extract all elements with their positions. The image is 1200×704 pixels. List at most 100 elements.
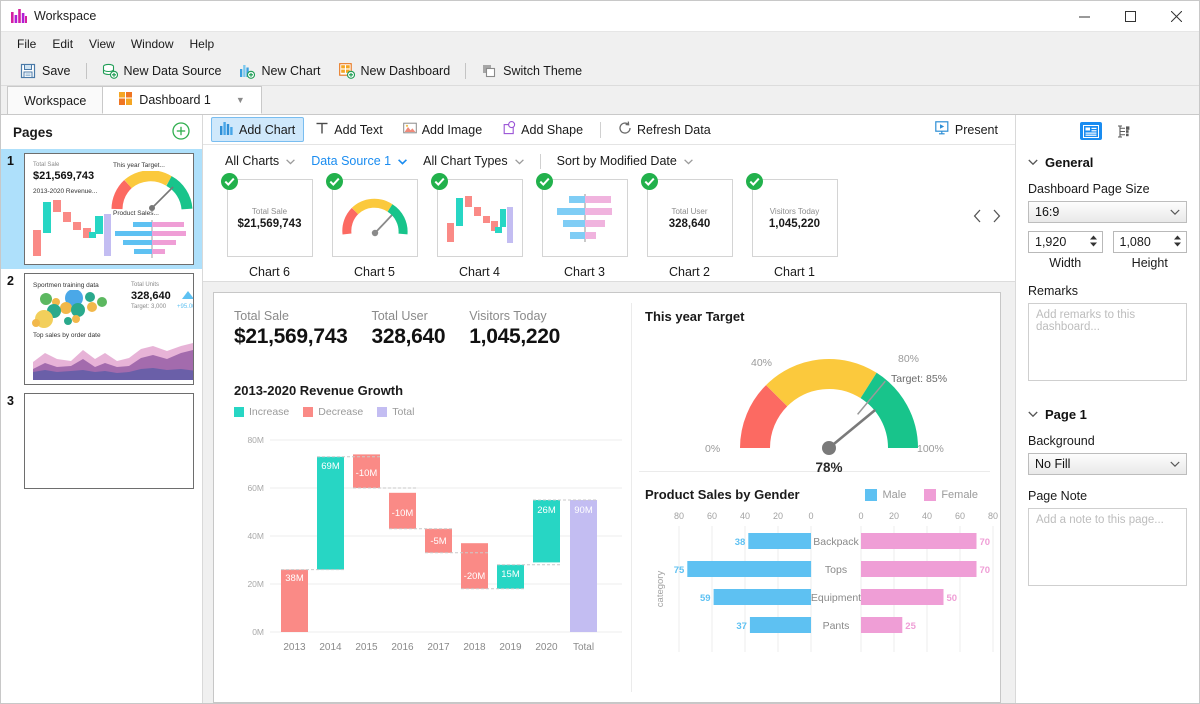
save-button[interactable]: Save — [11, 59, 80, 83]
properties-panel: General Dashboard Page Size 16:9 1,920 — [1015, 115, 1199, 703]
page-note-input[interactable]: Add a note to this page... — [1028, 508, 1187, 586]
add-text-button[interactable]: Add Text — [306, 117, 391, 142]
add-page-icon[interactable] — [172, 122, 190, 143]
dashboard-canvas-area[interactable]: Total Sale $21,569,743 Total User 328,64… — [203, 282, 1015, 703]
gallery-card-chart-5[interactable]: Chart 5 — [322, 179, 427, 279]
page-section-header[interactable]: Page 1 — [1028, 399, 1187, 428]
gallery-card-body[interactable]: Total User 328,640 — [647, 179, 733, 257]
filter-all-charts[interactable]: All Charts — [217, 151, 303, 171]
remarks-label: Remarks — [1028, 284, 1187, 298]
add-chart-button[interactable]: Add Chart — [211, 117, 304, 142]
tab-dashboard-1[interactable]: Dashboard 1 ▼ — [102, 86, 262, 114]
add-image-button[interactable]: Add Image — [394, 117, 491, 142]
add-shape-button[interactable]: Add Shape — [493, 117, 592, 142]
background-select[interactable]: No Fill — [1028, 453, 1187, 475]
svg-text:2017: 2017 — [427, 642, 450, 653]
page-thumbnail-3[interactable]: 3 — [1, 389, 202, 493]
card-title: Chart 3 — [564, 265, 605, 279]
tornado-cat-tops: Tops — [825, 564, 847, 576]
gallery-card-body[interactable]: Visitors Today 1,045,220 — [752, 179, 838, 257]
page-size-select[interactable]: 16:9 — [1028, 201, 1187, 223]
stepper-arrows-icon[interactable] — [1173, 234, 1182, 251]
page-thumbnail-2[interactable]: 2 Sportmen training data Total Units 328… — [1, 269, 202, 389]
properties-tabs — [1016, 115, 1199, 143]
gallery-card-body[interactable] — [437, 179, 523, 257]
gallery-card-chart-3[interactable]: Chart 3 — [532, 179, 637, 279]
stepper-arrows-icon[interactable] — [1089, 234, 1098, 251]
chevron-down-icon[interactable]: ▼ — [236, 95, 245, 105]
gauge-chart[interactable]: This year Target 0% — [639, 303, 994, 479]
width-stepper[interactable]: 1,920 — [1028, 231, 1103, 253]
new-dashboard-button[interactable]: New Dashboard — [330, 59, 460, 83]
thumb1-chart-title: 2013-2020 Revenue... — [33, 188, 97, 195]
tab-workspace-label: Workspace — [24, 94, 86, 108]
page-thumbnail-1[interactable]: 1 Total Sale $21,569,743 2013-2020 Reven… — [1, 149, 202, 269]
height-value: 1,080 — [1120, 235, 1151, 249]
gallery-card-chart-4[interactable]: Chart 4 — [427, 179, 532, 279]
new-data-source-label: New Data Source — [124, 64, 222, 78]
maximize-icon[interactable] — [1107, 1, 1153, 32]
tab-workspace[interactable]: Workspace — [7, 86, 103, 114]
thumb2-area-mini — [33, 342, 194, 380]
svg-text:15M: 15M — [501, 569, 520, 580]
main-toolbar: Save New Data Source — [1, 56, 1199, 86]
gallery-card-body[interactable] — [542, 179, 628, 257]
kpi-visitors-today[interactable]: Visitors Today 1,045,220 — [469, 309, 560, 349]
filter-data-source[interactable]: Data Source 1 — [303, 151, 415, 171]
tab-dashboard-1-label: Dashboard 1 — [139, 93, 211, 107]
kpi-total-user[interactable]: Total User 328,640 — [371, 309, 445, 349]
svg-text:20M: 20M — [247, 579, 264, 589]
menu-window[interactable]: Window — [123, 34, 182, 54]
refresh-data-label: Refresh Data — [637, 123, 711, 137]
gallery-card-chart-6[interactable]: Total Sale $21,569,743 Chart 6 — [217, 179, 322, 279]
gallery-card-chart-1[interactable]: Visitors Today 1,045,220 Chart 1 — [742, 179, 847, 279]
svg-text:37: 37 — [736, 621, 747, 632]
svg-text:2015: 2015 — [355, 642, 378, 653]
svg-text:-5M: -5M — [430, 536, 446, 547]
page-section: Page 1 Background No Fill Page Note Add … — [1016, 395, 1199, 586]
thumb1-gauge-mini — [111, 171, 193, 213]
tornado-chart[interactable]: Product Sales by Gender Male Female — [639, 479, 994, 669]
outline-tree-icon[interactable] — [1114, 122, 1136, 140]
gallery-card-body[interactable]: Total Sale $21,569,743 — [227, 179, 313, 257]
properties-panel-icon[interactable] — [1080, 122, 1102, 140]
general-section-header[interactable]: General — [1028, 147, 1187, 176]
page-1-preview: Total Sale $21,569,743 2013-2020 Revenue… — [24, 153, 194, 265]
legend-item-total: Total — [377, 406, 414, 418]
filters-divider — [540, 154, 541, 169]
minimize-icon[interactable] — [1061, 1, 1107, 32]
present-button[interactable]: Present — [926, 117, 1007, 142]
menu-edit[interactable]: Edit — [44, 34, 81, 54]
waterfall-chart[interactable]: 2013-2020 Revenue Growth Increase Decrea… — [234, 383, 624, 659]
card-title: Chart 2 — [669, 265, 710, 279]
new-chart-button[interactable]: New Chart — [230, 59, 329, 83]
gauge-plot: 0% 40% 80% 100% Target: 85% 78% — [639, 326, 1001, 476]
chevron-left-icon[interactable] — [973, 209, 982, 226]
svg-text:60: 60 — [955, 511, 965, 521]
menu-file[interactable]: File — [9, 34, 44, 54]
kpi-label: Total Sale — [234, 309, 347, 323]
new-data-source-button[interactable]: New Data Source — [93, 59, 231, 83]
present-icon — [935, 121, 950, 138]
filter-chart-types[interactable]: All Chart Types — [415, 151, 532, 171]
page-number-2: 2 — [7, 273, 19, 288]
gallery-card-body[interactable] — [332, 179, 418, 257]
remarks-input[interactable]: Add remarks to this dashboard... — [1028, 303, 1187, 381]
application-window: Workspace File Edit View Window Help — [0, 0, 1200, 704]
thumb2-up-triangle-icon — [181, 290, 194, 300]
height-stepper[interactable]: 1,080 — [1113, 231, 1188, 253]
chart-gallery: All Charts Data Source 1 All Chart Types… — [203, 145, 1015, 282]
chevron-right-icon[interactable] — [992, 209, 1001, 226]
refresh-data-button[interactable]: Refresh Data — [609, 117, 720, 142]
switch-theme-button[interactable]: Switch Theme — [472, 59, 591, 83]
gauge-title: This year Target — [639, 303, 994, 324]
kpi-row: Total Sale $21,569,743 Total User 328,64… — [234, 309, 584, 349]
menu-help[interactable]: Help — [182, 34, 223, 54]
kpi-total-sale[interactable]: Total Sale $21,569,743 — [234, 309, 347, 349]
filter-sort[interactable]: Sort by Modified Date — [549, 151, 701, 171]
menu-view[interactable]: View — [81, 34, 123, 54]
dashboard-canvas[interactable]: Total Sale $21,569,743 Total User 328,64… — [213, 292, 1001, 703]
card-kpi-value: $21,569,743 — [238, 218, 302, 230]
close-icon[interactable] — [1153, 1, 1199, 32]
gallery-card-chart-2[interactable]: Total User 328,640 Chart 2 — [637, 179, 742, 279]
